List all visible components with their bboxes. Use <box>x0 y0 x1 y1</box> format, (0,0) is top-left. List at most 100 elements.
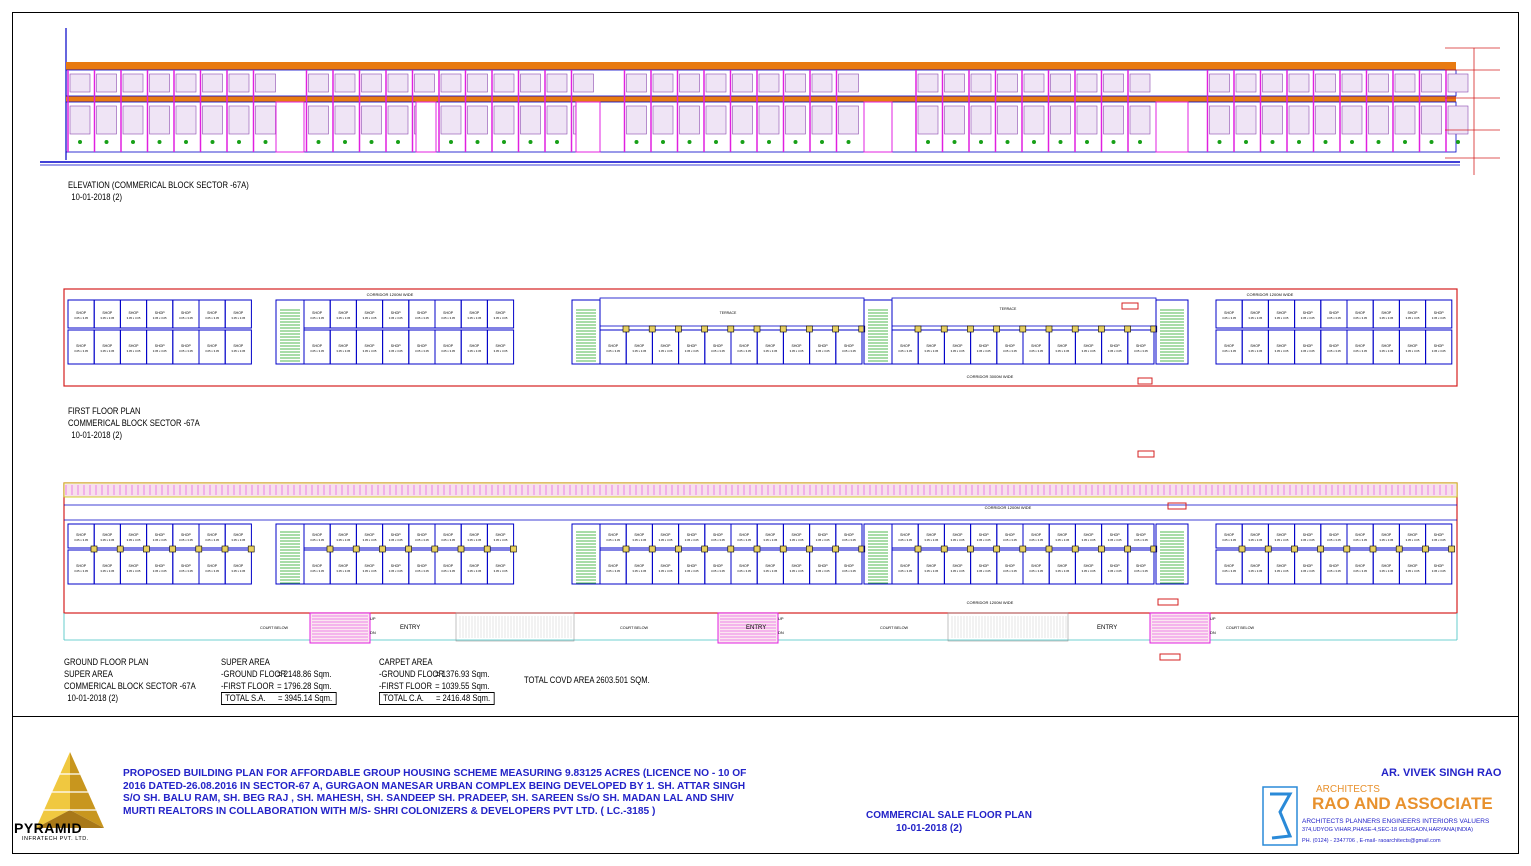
first-floor-shop-lower-size: 3.05 x 3.05 <box>659 349 673 353</box>
ground-floor-shop-lower-label: SHOP <box>713 564 724 568</box>
elevation-window-upper <box>361 73 382 93</box>
first-floor-corridor-bottom: CORRIDOR 3000M WIDE <box>967 374 1014 379</box>
ground-floor-shop-lower-label: SHOP <box>818 564 829 568</box>
ground-floor-shop-lower-size: 3.05 x 3.05 <box>1029 569 1043 573</box>
first-floor-title: FIRST FLOOR PLAN <box>68 406 141 416</box>
first-floor-shop-lower-size: 3.05 x 3.05 <box>1222 349 1236 353</box>
entry-dn-label: DN <box>1210 630 1216 635</box>
elevation-window-lower <box>838 105 859 135</box>
ground-floor-shop-lower-label: SHOP <box>1303 564 1314 568</box>
ground-floor-column <box>1317 545 1324 553</box>
ground-floor-subtitle: SUPER AREA <box>64 669 113 679</box>
first-floor-shop-lower-size: 3.05 x 3.05 <box>74 349 88 353</box>
ground-floor-shop-lower-label: SHOP <box>76 564 87 568</box>
super-area-table: SUPER AREA -GROUND FLOOR= 2148.86 Sqm. -… <box>221 656 337 705</box>
ground-floor-shop-lower-label: SHOP <box>1381 564 1392 568</box>
elevation-plant <box>846 140 851 144</box>
elevation-window-lower <box>732 105 753 135</box>
first-floor-shop-lower-label: SHOP <box>1250 344 1261 348</box>
elevation-plant <box>1376 140 1381 144</box>
elevation-window-upper <box>785 73 806 93</box>
elevation-window-upper <box>520 73 541 93</box>
ground-floor-shop-upper-size: 3.05 x 3.05 <box>685 538 699 542</box>
ground-floor-column <box>1291 545 1298 553</box>
carpet-area-total: TOTAL C.A. = 2416.48 Sqm. <box>379 692 495 705</box>
ground-floor-shop-lower-size: 3.05 x 3.05 <box>1108 569 1122 573</box>
first-floor-shop-lower-label: SHOP <box>713 344 724 348</box>
first-floor-shop-upper-size: 3.05 x 3.05 <box>441 316 455 320</box>
ground-floor-marker <box>1167 502 1187 510</box>
elevation-window-upper <box>308 73 329 93</box>
elevation-window-upper <box>626 73 647 93</box>
first-floor-column <box>779 325 787 333</box>
elevation-window-upper <box>1023 73 1045 93</box>
first-floor-shop-upper-label: SHOP <box>102 311 113 315</box>
ground-floor-shop-upper-size: 3.05 x 3.05 <box>1108 538 1122 542</box>
ground-floor-shop-lower-size: 3.05 x 3.05 <box>659 569 673 573</box>
super-area-first-value: = 1796.28 Sqm. <box>277 681 332 691</box>
first-floor-shop-lower-label: SHOP <box>953 344 964 348</box>
elevation-window-lower <box>493 105 515 135</box>
elevation-stair-opening <box>415 101 437 153</box>
ground-floor-shop-upper-size: 3.05 x 3.05 <box>363 538 377 542</box>
first-floor-shop-upper-label: SHOP <box>76 311 87 315</box>
elevation-window-upper <box>1076 73 1098 93</box>
first-floor-shop-lower-size: 3.05 x 3.05 <box>1082 349 1096 353</box>
elevation-window-lower <box>1129 105 1151 135</box>
ground-floor-shop-upper-label: SHOP <box>155 533 166 537</box>
elevation-window-upper <box>679 73 700 93</box>
elevation-plant <box>396 140 400 144</box>
elevation-plant <box>1085 140 1089 144</box>
first-floor-shop-upper-size: 3.05 x 3.05 <box>1248 316 1262 320</box>
elevation-window-lower <box>1076 105 1098 135</box>
ground-floor-shop-lower-label: SHOP <box>765 564 776 568</box>
first-floor-shop-lower-label: SHOP <box>496 344 507 348</box>
ground-floor-shop-lower-label: SHOP <box>953 564 964 568</box>
entry-label-3: ENTRY <box>1097 625 1117 631</box>
elevation-window-lower <box>520 105 541 135</box>
first-floor-shop-lower-label: SHOP <box>417 344 428 348</box>
ground-floor-column <box>940 545 948 553</box>
elevation-plant <box>1403 140 1407 144</box>
ground-floor-shop-lower-size: 3.05 x 3.05 <box>179 569 193 573</box>
elevation-window-lower <box>1288 105 1310 135</box>
elevation-plant <box>555 140 559 144</box>
ground-floor-shop-lower-size: 3.05 x 3.05 <box>737 569 751 573</box>
court-below-label-4: COURT BELOW <box>1226 626 1255 630</box>
elevation-window-upper <box>467 73 488 93</box>
elevation-plant <box>1138 140 1142 144</box>
elevation-window-lower <box>440 105 462 135</box>
elevation-window-lower <box>917 105 939 135</box>
ground-floor-column <box>914 545 922 553</box>
ground-floor-shop-upper-size: 3.05 x 3.05 <box>1055 538 1069 542</box>
elevation-window-lower <box>997 105 1018 135</box>
first-floor-shop-upper-size: 3.05 x 3.05 <box>363 316 377 320</box>
first-floor-shop-lower-label: SHOP <box>1136 344 1147 348</box>
first-floor-shop-upper-size: 3.05 x 3.05 <box>231 316 245 320</box>
elevation-window-upper <box>1447 73 1469 93</box>
first-floor-column <box>701 325 708 333</box>
elevation-plant <box>1111 140 1116 144</box>
ground-floor-column <box>727 545 735 553</box>
ground-floor-shop-lower-label: SHOP <box>634 564 645 568</box>
ground-floor-shop-lower-size: 3.05 x 3.05 <box>1379 569 1393 573</box>
ground-floor-shop-lower-label: SHOP <box>1277 564 1288 568</box>
first-floor-shop-upper-size: 3.05 x 3.05 <box>153 316 167 320</box>
first-floor-column <box>993 325 1000 333</box>
court-below-label-3: COURT BELOW <box>880 626 909 630</box>
ground-floor-shop-lower-label: SHOP <box>739 564 750 568</box>
first-floor-shop-lower-label: SHOP <box>312 344 323 348</box>
first-floor-shop-lower-label: SHOP <box>1408 344 1419 348</box>
elevation-plant <box>1005 140 1010 144</box>
ground-floor-shop-upper-size: 3.05 x 3.05 <box>179 538 193 542</box>
elevation-window-lower <box>626 105 647 135</box>
elevation-stair-opening <box>575 101 601 153</box>
ground-floor-shop-upper-label: SHOP <box>926 533 937 537</box>
elevation-stair-opening <box>863 101 893 153</box>
first-floor-shop-upper-label: SHOP <box>233 311 244 315</box>
first-floor-shop-lower-label: SHOP <box>926 344 937 348</box>
elevation-window-lower <box>69 105 91 135</box>
first-floor-shop-lower-size: 3.05 x 3.05 <box>606 349 620 353</box>
elevation-window-lower <box>175 105 197 135</box>
ground-floor-shop-lower-size: 3.05 x 3.05 <box>310 569 324 573</box>
